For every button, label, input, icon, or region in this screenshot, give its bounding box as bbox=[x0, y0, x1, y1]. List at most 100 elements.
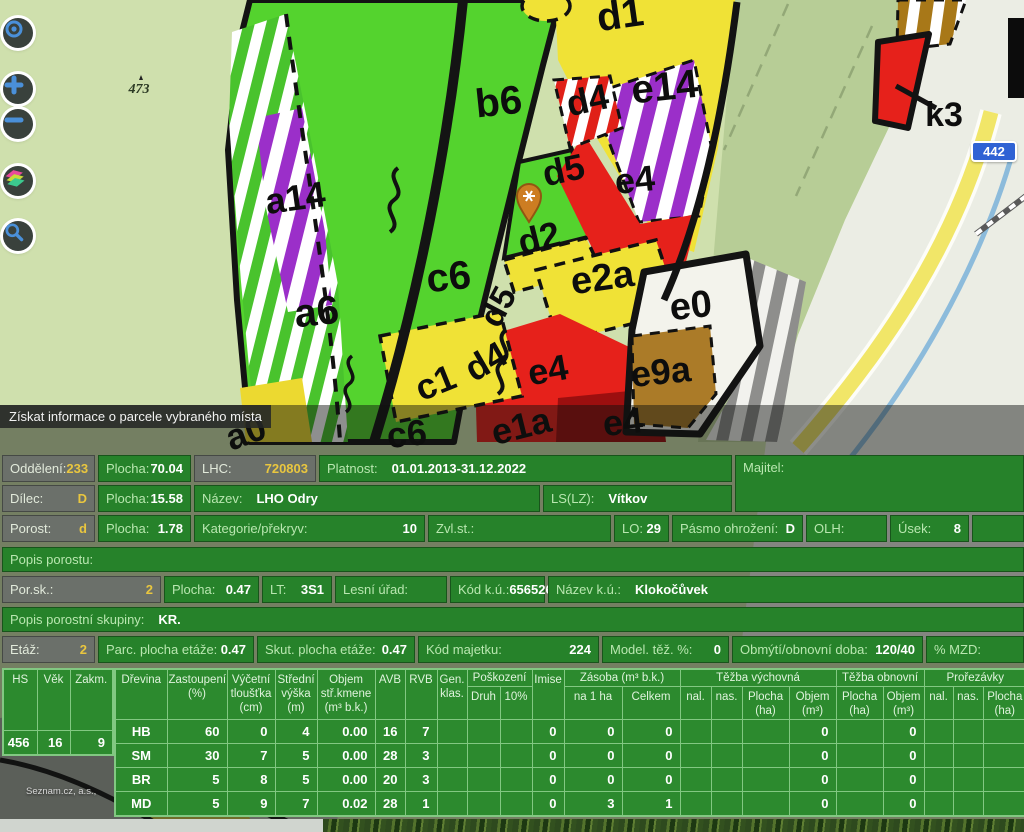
field-usek-value: 8 bbox=[954, 521, 961, 536]
table-cell: 1 bbox=[622, 792, 680, 817]
field-model-tez-value: 0 bbox=[714, 642, 721, 657]
field-parc-plocha-etaze-value: 0.47 bbox=[221, 642, 246, 657]
table-cell: 0.00 bbox=[317, 744, 375, 768]
table-cell bbox=[467, 768, 500, 792]
field-pasmo-ohrozeni-label: Pásmo ohrožení: bbox=[680, 521, 778, 536]
field-plocha-porost-value: 1.78 bbox=[158, 521, 183, 536]
table-cell bbox=[680, 744, 711, 768]
col-header: AVB bbox=[375, 669, 405, 720]
field-lesni-urad: Lesní úřad: bbox=[335, 576, 447, 603]
table-cell bbox=[437, 720, 467, 744]
status-strip bbox=[0, 819, 323, 832]
field-mzd: % MZD: bbox=[926, 636, 1024, 663]
table-cell: 4 bbox=[275, 720, 317, 744]
field-lt: LT:3S1 bbox=[262, 576, 332, 603]
field-usek-label: Úsek: bbox=[898, 521, 931, 536]
table-cell bbox=[742, 768, 789, 792]
species-cell: BR bbox=[115, 768, 167, 792]
zoom-out-button[interactable] bbox=[3, 109, 33, 139]
table-cell bbox=[924, 720, 953, 744]
field-lt-label: LT: bbox=[270, 582, 286, 597]
search-button[interactable] bbox=[3, 221, 33, 251]
field-skut-plocha-etaze-value: 0.47 bbox=[382, 642, 407, 657]
table-cell: 7 bbox=[275, 792, 317, 817]
col-header: Poškození bbox=[467, 669, 532, 687]
field-plocha-oddeleni-label: Plocha: bbox=[106, 461, 149, 476]
table-cell bbox=[742, 720, 789, 744]
col-subheader: Druh bbox=[467, 687, 500, 720]
field-nazev-ku-label: Název k.ú.: bbox=[556, 582, 621, 597]
col-subheader: Objem(m³) bbox=[789, 687, 836, 720]
table-cell: 8 bbox=[227, 768, 275, 792]
field-kod-majetku-value: 224 bbox=[569, 642, 591, 657]
col-header: Dřevina bbox=[115, 669, 167, 720]
species-cell: SM bbox=[115, 744, 167, 768]
col-header: Imise bbox=[532, 669, 564, 720]
table-cell bbox=[711, 744, 742, 768]
field-dilec-value: D bbox=[78, 491, 87, 506]
table-cell: 30 bbox=[167, 744, 227, 768]
field-parc-plocha-etaze-label: Parc. plocha etáže: bbox=[106, 642, 217, 657]
field-plocha-dilec: Plocha:15.58 bbox=[98, 485, 191, 512]
table-cell bbox=[983, 768, 1024, 792]
species-detail-table: DřevinaZastoupení(%)Výčetnítloušťka(cm)S… bbox=[114, 668, 1024, 817]
field-mzd-label: % MZD: bbox=[934, 642, 981, 657]
field-zvl-st-label: Zvl.st.: bbox=[436, 521, 474, 536]
table-cell bbox=[742, 792, 789, 817]
table-cell bbox=[467, 720, 500, 744]
table-cell bbox=[711, 768, 742, 792]
parcel-label: e9a bbox=[629, 348, 694, 395]
field-nazev-label: Název: bbox=[202, 491, 242, 506]
parcel-label: k3 bbox=[925, 96, 963, 134]
table-cell bbox=[680, 792, 711, 817]
col-header: Těžba výchovná bbox=[680, 669, 836, 687]
parcel-label: e2a bbox=[568, 253, 637, 304]
col-subheader: nal. bbox=[680, 687, 711, 720]
field-parc-plocha-etaze: Parc. plocha etáže: 0.47 bbox=[98, 636, 254, 663]
field-nazev-ku-value: Klokočůvek bbox=[635, 582, 708, 597]
table-cell bbox=[836, 792, 883, 817]
field-skut-plocha-etaze-label: Skut. plocha etáže: bbox=[265, 642, 376, 657]
col-header: Věk bbox=[37, 669, 70, 731]
table-cell bbox=[467, 792, 500, 817]
table-cell: 20 bbox=[375, 768, 405, 792]
table-cell: 0 bbox=[789, 720, 836, 744]
field-oddeleni-label: Oddělení: bbox=[10, 461, 66, 476]
table-cell bbox=[953, 792, 983, 817]
field-olh-label: OLH: bbox=[814, 521, 844, 536]
field-plocha-por-sk-label: Plocha: bbox=[172, 582, 215, 597]
field-plocha-por-sk: Plocha:0.47 bbox=[164, 576, 259, 603]
field-nazev: Název:LHO Odry bbox=[194, 485, 540, 512]
col-header: Gen.klas. bbox=[437, 669, 467, 720]
col-header: Střednívýška(m) bbox=[275, 669, 317, 720]
col-header: Zakm. bbox=[70, 669, 113, 731]
table-cell: 0 bbox=[622, 744, 680, 768]
field-usek: Úsek: 8 bbox=[890, 515, 969, 542]
field-kategorie-prekryv-label: Kategorie/překryv: bbox=[202, 521, 308, 536]
locate-button[interactable] bbox=[3, 18, 33, 48]
parcel-label: a6 bbox=[292, 288, 341, 336]
col-subheader: nas. bbox=[953, 687, 983, 720]
field-popis-porostni-skupiny-value: KR. bbox=[158, 612, 180, 627]
zoom-in-button[interactable] bbox=[3, 74, 33, 104]
table-cell: 0 bbox=[622, 720, 680, 744]
table-cell: 3 bbox=[564, 792, 622, 817]
table-cell bbox=[437, 768, 467, 792]
map-attribution: Seznam.cz, a.s., bbox=[26, 786, 96, 797]
layers-button[interactable] bbox=[3, 166, 33, 196]
table-cell: 456 bbox=[3, 731, 37, 756]
field-oddeleni: Oddělení:233 bbox=[2, 455, 95, 482]
field-obmyti-obnovni-doba-value: 120/40 bbox=[875, 642, 915, 657]
field-majitel: Majitel: bbox=[735, 455, 1024, 512]
zoom-out-icon bbox=[3, 109, 25, 131]
field-lesni-urad-label: Lesní úřad: bbox=[343, 582, 408, 597]
field-kategorie-prekryv-value: 10 bbox=[403, 521, 417, 536]
col-subheader: na 1 ha bbox=[564, 687, 622, 720]
field-kod-majetku: Kód majetku:224 bbox=[418, 636, 599, 663]
elevation-label: 473 bbox=[128, 82, 150, 97]
col-header: Objemstř.kmene(m³ b.k.) bbox=[317, 669, 375, 720]
table-cell: 28 bbox=[375, 744, 405, 768]
table-cell: 0 bbox=[622, 768, 680, 792]
field-kod-ku: Kód k.ú.:656526 bbox=[450, 576, 545, 603]
field-por-sk: Por.sk.:2 bbox=[2, 576, 161, 603]
